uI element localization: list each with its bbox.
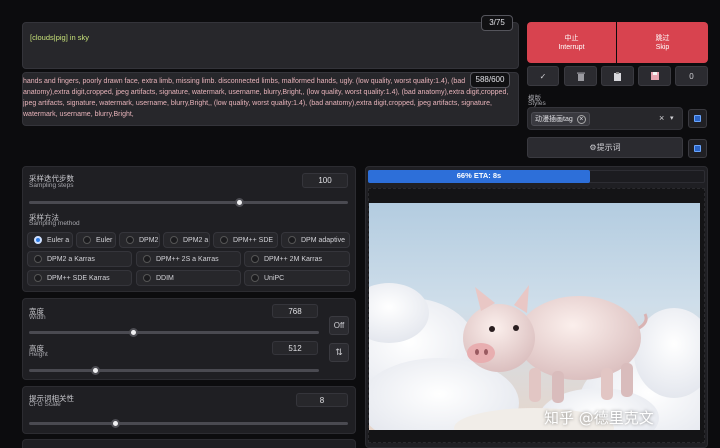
- radio-icon: [143, 255, 151, 263]
- sampler-euler[interactable]: Euler: [76, 232, 116, 248]
- save-style-button[interactable]: [638, 66, 671, 86]
- sampler-dpmpp-2m-karras[interactable]: DPM++ 2M Karras: [244, 251, 350, 267]
- radio-icon: [83, 236, 91, 244]
- sampling-steps-input[interactable]: 100: [302, 173, 348, 188]
- sampler-dpm2[interactable]: DPM2: [119, 232, 160, 248]
- sampler-euler-a[interactable]: Euler a: [27, 232, 73, 248]
- radio-icon: [34, 255, 42, 263]
- sampler-label: DDIM: [156, 274, 174, 282]
- clear-icon[interactable]: ×: [659, 113, 664, 123]
- trash-icon: [576, 72, 585, 81]
- next-panel: [22, 439, 356, 448]
- sampler-label: Euler a: [47, 236, 70, 244]
- progress-bar: 66% ETA: 8s: [368, 170, 590, 183]
- remove-tag-icon[interactable]: ×: [576, 114, 586, 124]
- sampler-dpmpp-sde[interactable]: DPM++ SDE: [213, 232, 278, 248]
- width-label-en: Width: [29, 314, 46, 321]
- selected-style-tag: 动漫插画tag ×: [531, 112, 590, 126]
- radio-icon: [143, 274, 151, 282]
- cfg-label-en: CFG Scale: [29, 401, 61, 408]
- sampling-steps-slider[interactable]: [29, 201, 348, 204]
- radio-icon: [220, 236, 228, 244]
- sampler-label: DPM++ SDE Karras: [47, 274, 110, 282]
- sampler-label: Euler: [96, 236, 113, 244]
- sampler-unipc[interactable]: UniPC: [244, 270, 350, 286]
- progress-text: 66% ETA: 8s: [456, 171, 502, 180]
- prompt-helper-toggle[interactable]: [688, 139, 707, 158]
- prompt-helper-button[interactable]: ⚙提示词: [527, 137, 683, 158]
- sampler-dpm-adaptive[interactable]: DPM adaptive: [281, 232, 350, 248]
- watermark: 知乎 @德里克文: [544, 409, 654, 427]
- sampler-label: DPM2 a: [183, 236, 209, 244]
- radio-icon: [126, 236, 134, 244]
- cfg-input[interactable]: 8: [296, 393, 348, 407]
- sampler-label: DPM adaptive: [301, 236, 345, 244]
- square-icon: [694, 145, 701, 152]
- counter-icon: 0: [689, 71, 694, 81]
- hires-off-button[interactable]: Off: [329, 316, 349, 335]
- save-icon: [650, 72, 659, 80]
- negative-prompt-token-counter: 588/600: [470, 72, 510, 88]
- chevron-down-icon[interactable]: ▾: [670, 114, 674, 122]
- trash-button[interactable]: [564, 66, 597, 86]
- height-slider[interactable]: [29, 369, 319, 372]
- negative-prompt-textarea[interactable]: hands and fingers, poorly drawn face, ex…: [22, 72, 519, 126]
- clipboard-icon: [614, 71, 621, 81]
- image-frame: 知乎 @德里克文: [368, 188, 705, 443]
- sampler-label: DPM++ 2M Karras: [264, 255, 322, 263]
- sampler-dpmpp-sde-karras[interactable]: DPM++ SDE Karras: [27, 270, 132, 286]
- sampler-ddim[interactable]: DDIM: [136, 270, 241, 286]
- interrupt-label-en: Interrupt: [558, 43, 585, 51]
- height-label-en: Height: [29, 351, 48, 358]
- sampler-dpm2-a-karras[interactable]: DPM2 a Karras: [27, 251, 132, 267]
- radio-icon: [251, 255, 259, 263]
- radio-icon: [170, 236, 178, 244]
- prompt-textarea[interactable]: [clouds|pig] in sky: [22, 22, 519, 69]
- styles-refresh-button[interactable]: [688, 109, 707, 128]
- radio-icon: [34, 274, 42, 282]
- selected-style-label: 动漫插画tag: [535, 116, 573, 123]
- sampler-label: DPM++ SDE: [233, 236, 274, 244]
- radio-icon: [288, 236, 296, 244]
- skip-label-cn: 跳过: [655, 34, 670, 42]
- swap-dimensions-button[interactable]: ⇅: [329, 343, 349, 362]
- prompt-token-counter: 3/75: [481, 15, 513, 31]
- generated-image[interactable]: 知乎 @德里克文: [369, 203, 700, 430]
- apply-button[interactable]: ✓: [527, 66, 559, 86]
- check-icon: ✓: [539, 71, 547, 81]
- interrupt-button[interactable]: 中止 Interrupt: [527, 22, 616, 63]
- sampler-dpm2-a[interactable]: DPM2 a: [163, 232, 210, 248]
- sampling-method-label-en: Sampling method: [29, 220, 80, 227]
- skip-button[interactable]: 跳过 Skip: [617, 22, 708, 63]
- sampler-dpmpp-2s-a-karras[interactable]: DPM++ 2S a Karras: [136, 251, 241, 267]
- cfg-slider-thumb[interactable]: [110, 419, 120, 428]
- width-slider-thumb[interactable]: [128, 328, 138, 337]
- sampler-label: DPM2 a Karras: [47, 255, 95, 263]
- refresh-icon: [694, 115, 701, 122]
- negative-prompt-text: hands and fingers, poorly drawn face, ex…: [23, 78, 509, 118]
- sampler-label: DPM2: [139, 236, 159, 244]
- sampling-steps-slider-thumb[interactable]: [235, 198, 245, 207]
- paste-button[interactable]: [601, 66, 634, 86]
- pig-in-sky-image: [369, 283, 700, 430]
- styles-label-en: Styles: [528, 100, 546, 107]
- radio-icon: [251, 274, 259, 282]
- styles-dropdown[interactable]: 动漫插画tag × × ▾: [527, 107, 683, 130]
- width-slider[interactable]: [29, 331, 319, 334]
- prompt-text: [clouds|pig] in sky: [30, 33, 90, 42]
- height-input[interactable]: 512: [272, 341, 318, 355]
- sampler-label: UniPC: [264, 274, 285, 282]
- skip-label-en: Skip: [655, 43, 670, 51]
- width-input[interactable]: 768: [272, 304, 318, 318]
- interrupt-label-cn: 中止: [564, 34, 579, 42]
- sampler-label: DPM++ 2S a Karras: [156, 255, 219, 263]
- radio-selected-icon: [34, 236, 42, 244]
- sampling-steps-label-en: Sampling steps: [29, 182, 74, 189]
- extra-networks-button[interactable]: 0: [675, 66, 708, 86]
- cfg-slider[interactable]: [29, 422, 348, 425]
